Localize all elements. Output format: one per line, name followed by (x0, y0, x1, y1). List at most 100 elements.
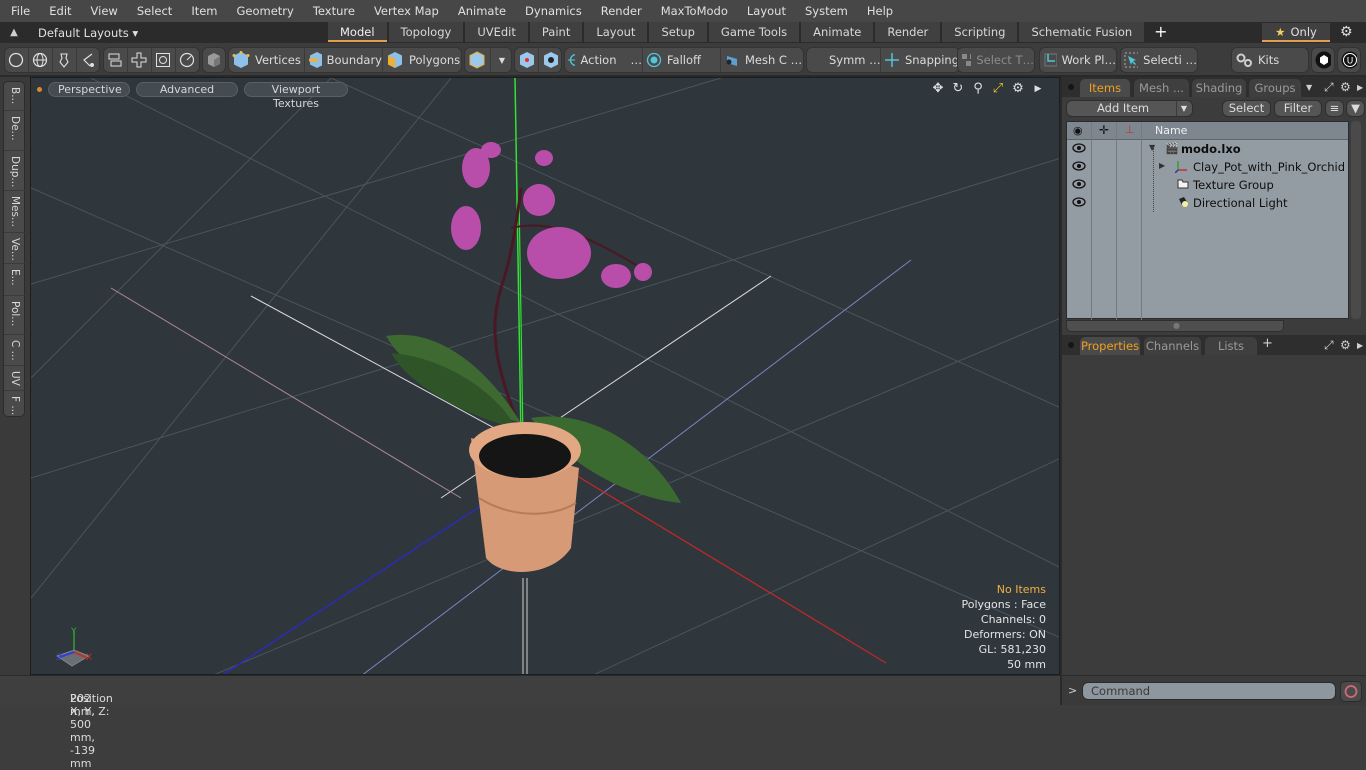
tab-animate[interactable]: Animate (801, 22, 874, 42)
unity-button[interactable] (1312, 48, 1334, 72)
only-button[interactable]: ★ Only (1262, 23, 1330, 42)
visibility-eye-icon[interactable] (1072, 178, 1086, 193)
add-item-button[interactable]: Add Item ▼ (1066, 100, 1193, 117)
viewport-menu-dot[interactable] (37, 86, 42, 92)
uv-cross-button[interactable] (128, 48, 152, 72)
expand-triangle-icon[interactable]: ▶ (1159, 161, 1165, 170)
side-tab-duplicate[interactable]: Dup... (4, 151, 26, 191)
vertices-button[interactable]: Vertices (229, 48, 305, 72)
side-tab-uv[interactable]: UV (4, 366, 26, 391)
filter-button[interactable]: Filter (1274, 100, 1322, 117)
side-tab-basic[interactable]: B... (4, 82, 26, 111)
panel-gear-icon[interactable]: ⚙ (1340, 80, 1351, 94)
tab-layout[interactable]: Layout (584, 22, 648, 42)
side-tab-fusion[interactable]: F ... (4, 391, 26, 418)
viewport-expand-arrow-icon[interactable]: ▶ (1031, 84, 1045, 94)
tab-shading[interactable]: Shading (1192, 79, 1246, 97)
dial-button[interactable] (176, 48, 200, 72)
perspective-dropdown[interactable]: Perspective (48, 81, 130, 97)
symmetry-button[interactable]: Symm … (807, 48, 881, 72)
tabs-dropdown-icon[interactable]: ▼ (1306, 83, 1312, 92)
panel-arrow-icon[interactable]: ▶ (1357, 83, 1363, 92)
side-tab-edge[interactable]: E... (4, 264, 26, 296)
menu-file[interactable]: File (0, 4, 38, 18)
menu-vertex-map[interactable]: Vertex Map (363, 4, 447, 18)
menu-select[interactable]: Select (126, 4, 180, 18)
menu-view[interactable]: View (80, 4, 126, 18)
name-column-header[interactable]: Name (1155, 124, 1187, 137)
tab-setup[interactable]: Setup (649, 22, 707, 42)
select-through-button[interactable]: Select T… (958, 48, 1034, 72)
visibility-eye-icon[interactable] (1072, 142, 1086, 157)
menu-render[interactable]: Render (590, 4, 650, 18)
menu-animate[interactable]: Animate (447, 4, 514, 18)
side-tab-vertex[interactable]: Ve... (4, 233, 26, 264)
tab-scripting[interactable]: Scripting (942, 22, 1018, 42)
funnel-filter-button[interactable]: ▼ (1346, 100, 1365, 117)
rotate-icon[interactable]: ↻ (951, 81, 965, 96)
collapse-up-icon[interactable]: ▲ (0, 27, 28, 38)
tab-topology[interactable]: Topology (388, 22, 464, 42)
tab-schematic-fusion[interactable]: Schematic Fusion (1019, 22, 1145, 42)
tab-render[interactable]: Render (875, 22, 941, 42)
default-layouts-dropdown[interactable]: Default Layouts ▾ (38, 26, 328, 40)
falloff-button[interactable]: Falloff (643, 48, 721, 72)
tab-model[interactable]: Model (328, 22, 387, 42)
add-tab-button[interactable]: + (1262, 336, 1273, 351)
pan-icon[interactable]: ✥ (931, 81, 945, 96)
polygons-button[interactable]: Polygons (383, 48, 461, 72)
center-button[interactable] (515, 48, 539, 72)
visibility-eye-icon[interactable] (1072, 196, 1086, 211)
panel-arrow-icon[interactable]: ▶ (1357, 341, 1363, 350)
visibility-eye-icon[interactable] (1072, 160, 1086, 175)
add-item-dropdown-icon[interactable]: ▼ (1175, 101, 1187, 116)
viewport-textures-dropdown[interactable]: Viewport Textures (244, 81, 348, 110)
expand-panel-icon[interactable]: ⤢ (1324, 80, 1334, 95)
work-plane-button[interactable]: Work Pl… (1040, 48, 1116, 72)
side-tab-mesh-edit[interactable]: Mes... (4, 191, 26, 233)
material-mode-button[interactable] (465, 48, 491, 72)
tree-row-texture-group[interactable]: Texture Group (1067, 176, 1348, 194)
selection-sets-button[interactable]: Selecti … (1121, 48, 1197, 72)
menu-system[interactable]: System (794, 4, 856, 18)
maximize-icon[interactable]: ⤢ (991, 81, 1005, 96)
snapping-button[interactable]: Snapping (881, 48, 959, 72)
globe-button[interactable] (29, 48, 53, 72)
scroll-handle-icon[interactable]: ● (1173, 321, 1180, 330)
gear-icon[interactable]: ⚙ (1340, 24, 1353, 40)
item-tree-horizontal-scrollbar[interactable]: ● (1066, 320, 1284, 332)
tab-channels[interactable]: Channels (1144, 337, 1201, 355)
pivot-button[interactable] (539, 48, 563, 72)
unreal-button[interactable]: U (1338, 48, 1360, 72)
panel-menu-dot[interactable] (1068, 84, 1074, 90)
align-button[interactable] (104, 48, 128, 72)
action-center-button[interactable]: Action… (565, 48, 643, 72)
tab-items[interactable]: Items (1080, 79, 1130, 97)
item-tree-vertical-scrollbar[interactable] (1351, 121, 1361, 319)
menu-maxtomodo[interactable]: MaxToModo (650, 4, 736, 18)
tab-lists[interactable]: Lists (1205, 337, 1257, 355)
command-input[interactable]: Command (1082, 682, 1336, 700)
visibility-column-icon[interactable]: ◉ (1073, 124, 1083, 137)
panel-menu-dot[interactable] (1068, 342, 1074, 348)
boundary-button[interactable]: Boundary (305, 48, 383, 72)
side-tab-polygon[interactable]: Pol... (4, 296, 26, 335)
menu-help[interactable]: Help (856, 4, 901, 18)
add-tab-button[interactable]: + (1146, 22, 1175, 43)
zoom-icon[interactable]: ⚲ (971, 81, 985, 96)
tab-properties[interactable]: Properties (1080, 337, 1140, 355)
item-mode-button[interactable] (203, 48, 225, 72)
record-macro-button[interactable] (1340, 681, 1362, 702)
menu-dynamics[interactable]: Dynamics (514, 4, 590, 18)
kits-button[interactable]: Kits (1232, 48, 1308, 72)
pen-button[interactable] (53, 48, 77, 72)
tree-row-modo-lxo[interactable]: ▼ 🎬 modo.lxo (1067, 140, 1348, 158)
side-tab-deform[interactable]: De... (4, 111, 26, 151)
circle-select-button[interactable] (5, 48, 29, 72)
tree-row-directional-light[interactable]: Directional Light (1067, 194, 1348, 212)
shading-dropdown[interactable]: Advanced (136, 81, 238, 97)
tab-mesh-ops[interactable]: Mesh ... (1134, 79, 1189, 97)
menu-layout[interactable]: Layout (736, 4, 794, 18)
type-column-icon[interactable]: ⊥ (1125, 123, 1135, 136)
tab-uvedit[interactable]: UVEdit (465, 22, 528, 42)
